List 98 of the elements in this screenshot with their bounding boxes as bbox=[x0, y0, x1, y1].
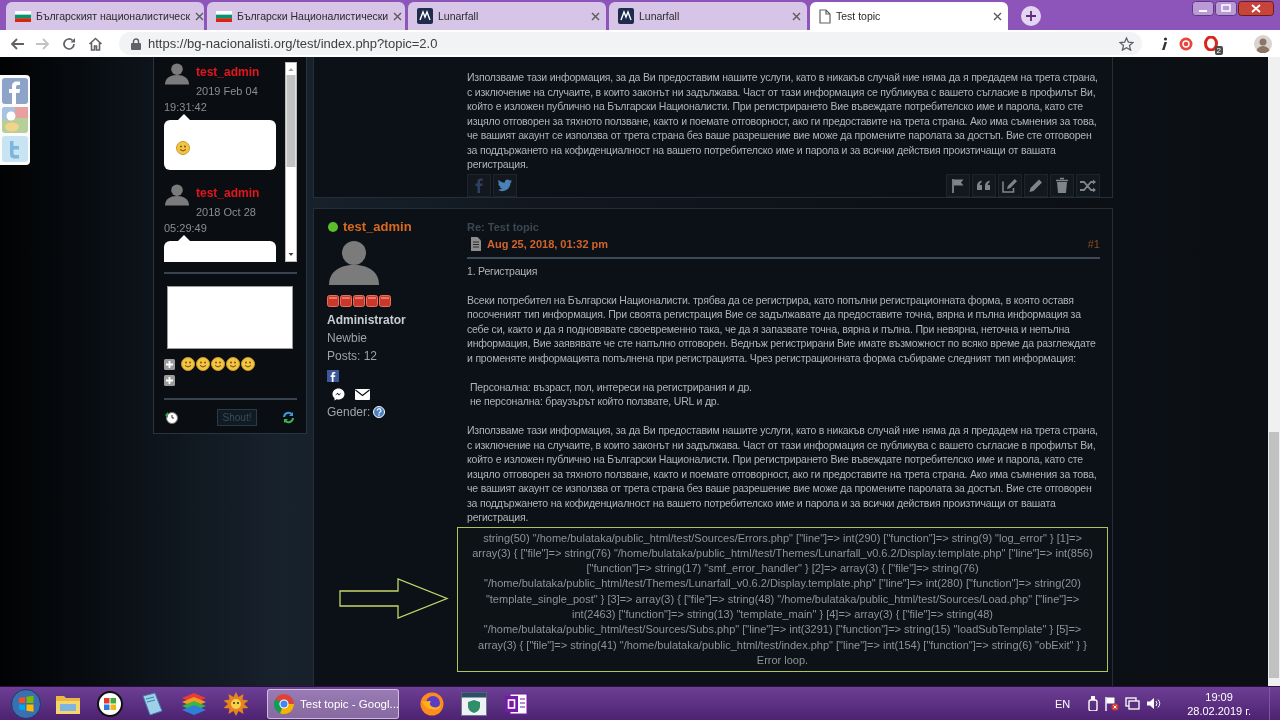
rank-pip-icon bbox=[353, 294, 365, 307]
post-paragraph: Използваме тази информация, за да Ви предоставим нашите услуги, като в никакъв случай ние няма да я предадем на трета страна, с изключение на случаите, в които законът ни задължава. Част от тази информация се публикува с вашето съгласие в профилът Ви, който е изложен публично на Български Националисти. При регистрирането Вие въвеждате потребителско име и парола, като сте изцяло отговорен за тяхното ползване, както и поемате отговорност, ако ги предоставите на трета страна. Ако има съмнения за това, че вашият акаунт се използва от трета страна без ваше разрешение вие може да промените паролата за достъп. Вие сте отговорен за поддържането на кофиденциалност на вашето потребителско име и парола и за всички действия произтичащи от вашата регистрация. bbox=[467, 70, 1099, 172]
flag-icon[interactable] bbox=[1104, 696, 1120, 711]
firefox-icon[interactable] bbox=[420, 691, 444, 716]
list-line: не персонална: браузърът който ползвате, URL и др. bbox=[470, 394, 721, 409]
browser-tab[interactable]: Българският националистическ bbox=[6, 2, 204, 30]
smiley-icon bbox=[241, 357, 255, 371]
edit-icon[interactable] bbox=[998, 173, 1022, 197]
browser-tab[interactable]: Test topic bbox=[810, 2, 1008, 30]
arrow-icon bbox=[339, 577, 449, 619]
taskbar-window-button[interactable]: Test topic - Googl... bbox=[267, 688, 399, 719]
smiley-icon bbox=[176, 141, 190, 155]
quote-icon[interactable] bbox=[972, 173, 996, 197]
close-icon[interactable] bbox=[1238, 1, 1274, 16]
browser-tab[interactable]: Lunarfall bbox=[408, 2, 606, 30]
close-icon[interactable] bbox=[993, 11, 1002, 21]
plus-icon[interactable] bbox=[164, 375, 175, 386]
scrollbar[interactable] bbox=[285, 62, 297, 262]
smiley-icon bbox=[181, 357, 195, 371]
flag-icon bbox=[216, 10, 232, 22]
page-icon bbox=[819, 8, 831, 24]
reload-icon[interactable] bbox=[62, 36, 76, 51]
list-line: Персонална: възраст, пол, интереси на регистрирания и др. bbox=[470, 379, 753, 394]
url-text: https://bg-nacionalisti.org/test/index.php?topic=2.0 bbox=[148, 36, 439, 51]
author-name[interactable]: test_admin bbox=[343, 219, 412, 234]
flag-icon bbox=[15, 10, 31, 22]
star-icon[interactable] bbox=[1119, 36, 1134, 51]
shout-date: 2018 Oct 28 bbox=[196, 205, 257, 220]
member-rank: Newbie bbox=[327, 329, 368, 347]
error-message: Error loop. bbox=[755, 652, 810, 668]
help-icon bbox=[373, 405, 386, 418]
post-count: Posts: 12 bbox=[327, 347, 378, 365]
document-icon bbox=[471, 236, 481, 251]
flag-icon[interactable] bbox=[946, 173, 970, 197]
smiley-icon bbox=[211, 357, 225, 371]
trash-icon[interactable] bbox=[1050, 173, 1074, 197]
extension-badge: 2 bbox=[1214, 46, 1223, 55]
error-dump: string(50) "/home/bulataka/public_html/test/Sources/Errors.php" ["line"]=> int(290) ["function"]=> string(9) "log_error" } [1]=> array(3) { ["file"]=> string(76) "/home/bulataka/public_html/test/Themes/Lunarfall_v0.6.2/Display.template.php" ["line"]=> int(856) ["function"]=> string(17) "smf_error_handler" } [2]=> array(3) { ["file"]=> string(76) "/home/bulataka/public_html/test/Themes/Lunarfall_v0.6.2/Display.template.php" ["line"]=> int(280) ["function"]=> string(20) "template_single_post" } [3]=> array(3) { ["file"]=> string(48) "/home/bulataka/public_html/test/Sources/Load.php" ["line"]=> int(2463) ["function"]=> string(13) "template_main" } [4]=> array(3) { ["file"]=> string(48) "/home/bulataka/public_html/test/Sources/Subs.php" ["line"]=> int(3291) ["function"]=> string(15) "loadSubTemplate" } [5]=> array(3) { ["file"]=> string(41) "/home/bulataka/public_html/test/index.php" ["line"]=> int(154) ["function"]=> string(6) "obExit" } } bbox=[471, 530, 1094, 653]
minimize-icon[interactable] bbox=[1192, 1, 1214, 16]
shout-author[interactable]: test_admin bbox=[196, 62, 260, 82]
post-paragraph: Използваме тази информация, за да Ви предоставим нашите услуги, като в никакъв случай ние няма да я предадем на трета страна, с изключение на случаите, в които законът ни задължава. Част от тази информация се публикува с вашето съгласие в профилът Ви, който е изложен публично на Български Националисти. При регистрирането Вие въвеждате потребителско име и парола, като сте изцяло отговорен за тяхното ползване, както и поемате отговорност, ако ги предоставите на трета страна. Ако има съмнения за това, че вашият акаунт се използва от трета страна без ваше разрешение вие може да промените паролата за достъп. Вие сте отговорен за поддържането на кофиденциалност на вашето потребителско име и парола и за всички действия произтичащи от вашата регистрация. bbox=[467, 423, 1099, 525]
language-indicator[interactable]: EN bbox=[1054, 697, 1071, 710]
shield-icon[interactable] bbox=[461, 691, 487, 716]
shout-time: 05:29:49 bbox=[164, 221, 208, 235]
twitter-icon[interactable] bbox=[493, 173, 517, 197]
rank-pip-icon bbox=[340, 294, 352, 307]
shout-time: 19:31:42 bbox=[164, 100, 208, 114]
new-tab-icon[interactable] bbox=[1021, 6, 1041, 26]
logo-icon bbox=[618, 8, 634, 24]
post-date[interactable]: Aug 25, 2018, 01:32 pm bbox=[487, 237, 1082, 250]
mail-icon[interactable] bbox=[355, 388, 370, 400]
browser-tab[interactable]: Lunarfall bbox=[609, 2, 807, 30]
sun-icon[interactable] bbox=[223, 691, 249, 716]
rank-pip-icon bbox=[379, 294, 391, 307]
start-icon[interactable] bbox=[11, 688, 41, 719]
notebook-tile-icon[interactable] bbox=[504, 691, 528, 716]
back-icon[interactable] bbox=[10, 37, 24, 50]
clock-date[interactable]: 28.02.2019 г. bbox=[1187, 703, 1251, 718]
cross-circle-icon[interactable] bbox=[1179, 36, 1193, 51]
maximize-icon[interactable] bbox=[1215, 1, 1237, 16]
shuffle-icon[interactable] bbox=[1076, 173, 1100, 197]
logo-icon bbox=[417, 8, 433, 24]
page-scrollbar[interactable] bbox=[1268, 57, 1280, 686]
member-group: Administrator bbox=[327, 310, 406, 329]
shout-author[interactable]: test_admin bbox=[196, 183, 260, 203]
avatar-icon bbox=[164, 184, 190, 206]
shout-date: 2019 Feb 04 bbox=[196, 84, 259, 99]
home-icon[interactable] bbox=[88, 36, 103, 51]
smiley-icon bbox=[226, 357, 240, 371]
browser-tab[interactable]: Български Националистически bbox=[207, 2, 405, 30]
refresh-icon[interactable] bbox=[282, 411, 295, 424]
chat-bubble-icon[interactable] bbox=[332, 387, 345, 401]
ring-icon[interactable] bbox=[1204, 36, 1218, 51]
usb-icon[interactable] bbox=[1088, 696, 1099, 711]
speaker-icon[interactable] bbox=[1146, 697, 1162, 710]
info-icon[interactable] bbox=[1160, 36, 1168, 51]
plus-icon[interactable] bbox=[164, 358, 175, 370]
avatar-icon bbox=[327, 240, 381, 285]
post-paragraph: Всеки потребител на Български Националисти. трябва да се регистрира, като попълни регистрационната форма, в която оставя посоченият тип информация. При своята регистрация Вие се задължавате да предоставите точна, вярна и пълна информация за себе си, както и да я подновявате своевременно така, че да я запазвате точна, вярна и пълна. При невярна, неточна и непълна информация, Вие заявявате че сте напълно отговорен. Веднъж регистрирани Вие имате възможност по всяко време да разглеждате и променяте информацията попълнена при регистрацията. Чрез регистрационната форма събираме следният тип информация: bbox=[467, 292, 1097, 365]
chrome-icon bbox=[274, 693, 294, 714]
smiley-icon bbox=[196, 357, 210, 371]
clock-time[interactable]: 19:09 bbox=[1187, 689, 1251, 704]
rank-pip-icon bbox=[366, 294, 378, 307]
message-input[interactable] bbox=[167, 286, 293, 349]
address-bar[interactable]: https://bg-nacionalisti.org/test/index.php?topic=2.0 bbox=[119, 32, 1142, 55]
pencil-icon[interactable] bbox=[1024, 173, 1048, 197]
network-icon[interactable] bbox=[1125, 696, 1141, 711]
clock-icon[interactable] bbox=[165, 411, 178, 424]
lock-icon bbox=[131, 37, 141, 50]
gender-label: Gender: bbox=[327, 403, 371, 421]
rank-pip-icon bbox=[327, 294, 339, 307]
layers-icon[interactable] bbox=[181, 691, 207, 716]
avatar-icon bbox=[164, 63, 190, 85]
grid-circle-icon[interactable] bbox=[97, 690, 123, 717]
avatar-icon[interactable] bbox=[1254, 34, 1272, 53]
facebook-icon[interactable] bbox=[327, 369, 339, 382]
notebook-icon[interactable] bbox=[141, 691, 163, 716]
post-paragraph: 1. Регистрация bbox=[467, 263, 539, 278]
